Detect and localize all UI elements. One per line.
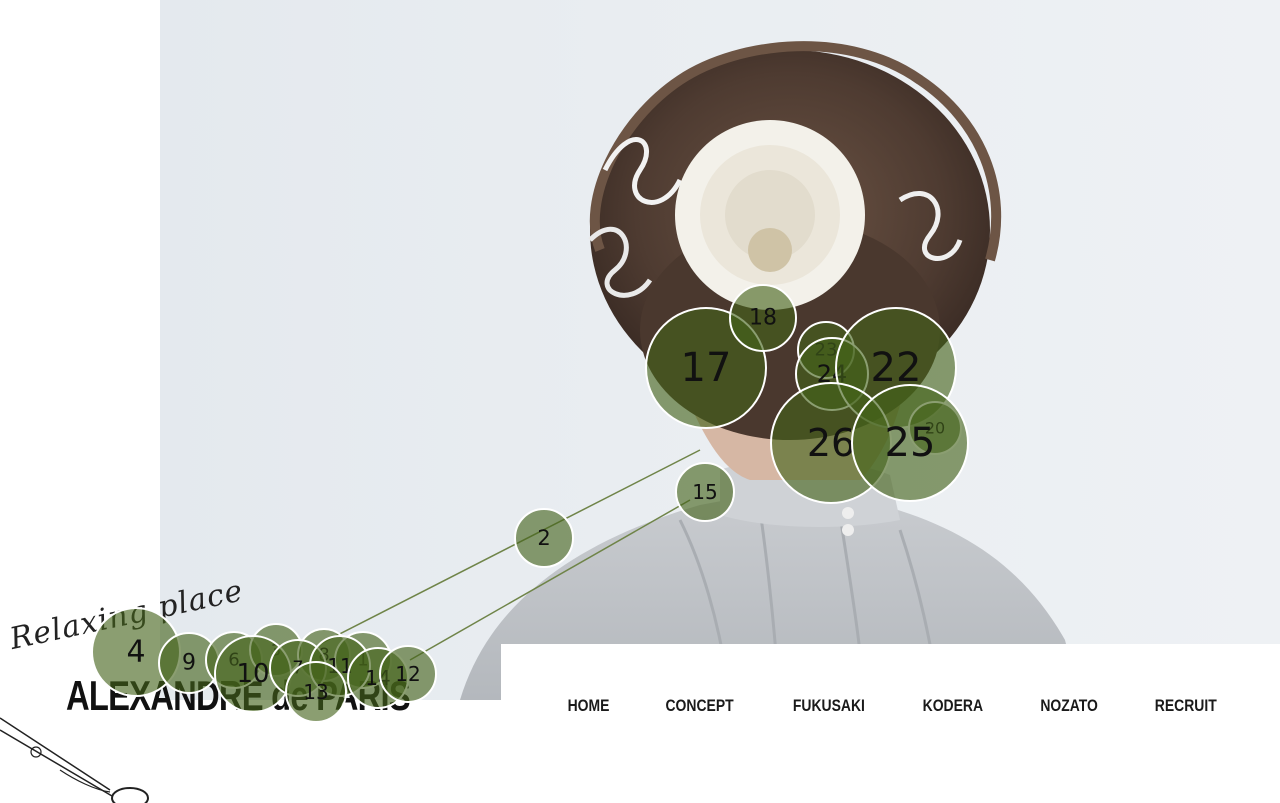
main-nav: HOME CONCEPT FUKUSAKI KODERA NOZATO RECR… (501, 694, 1280, 718)
scissors-icon (0, 717, 149, 803)
hero-illustration (460, 41, 1080, 700)
nav-concept[interactable]: CONCEPT (665, 696, 733, 716)
nav-fukusaki[interactable]: FUKUSAKI (792, 696, 864, 716)
hero-photo (160, 0, 1280, 700)
nav-nozato[interactable]: NOZATO (1040, 696, 1098, 716)
nav-panel: HOME CONCEPT FUKUSAKI KODERA NOZATO RECR… (501, 644, 1280, 803)
flower-ornament (675, 120, 865, 310)
nav-recruit[interactable]: RECRUIT (1154, 696, 1216, 716)
nav-kodera[interactable]: KODERA (923, 696, 983, 716)
nav-home[interactable]: HOME (567, 696, 609, 716)
marker-label: 4 (126, 635, 145, 670)
